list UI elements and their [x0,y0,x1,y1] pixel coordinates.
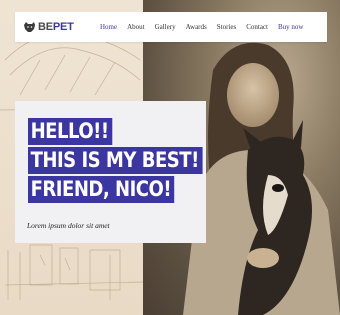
nav-link-home[interactable]: Home [95,23,122,31]
nav-link-awards[interactable]: Awards [181,23,212,31]
nav-link-about[interactable]: About [122,23,150,31]
hero-headline: HELLO!! THIS IS MY BEST! FRIEND, NICO! [28,118,231,205]
top-navbar: BEPET Home About Gallery Awards Stories … [15,12,327,42]
headline-line-1: HELLO!! [28,118,113,145]
headline-line-2: THIS IS MY BEST! [28,147,203,174]
hero-text-card: HELLO!! THIS IS MY BEST! FRIEND, NICO! L… [15,101,206,243]
brand-logo[interactable]: BEPET [23,21,93,33]
nav-link-gallery[interactable]: Gallery [150,23,181,31]
nav-link-stories[interactable]: Stories [212,23,241,31]
buy-now-link[interactable]: Buy now [273,23,308,31]
hero-section: BEPET Home About Gallery Awards Stories … [0,0,340,315]
brand-name-be: BE [38,21,53,33]
nav-links: Home About Gallery Awards Stories Contac… [95,23,308,31]
headline-line-3: FRIEND, NICO! [28,176,175,203]
hero-subtitle: Lorem ipsum dolor sit amet [27,221,110,230]
brand-name-pet: PET [52,21,74,33]
nav-link-contact[interactable]: Contact [241,23,273,31]
dog-logo-icon [24,22,35,32]
brand-name: BEPET [38,21,74,33]
